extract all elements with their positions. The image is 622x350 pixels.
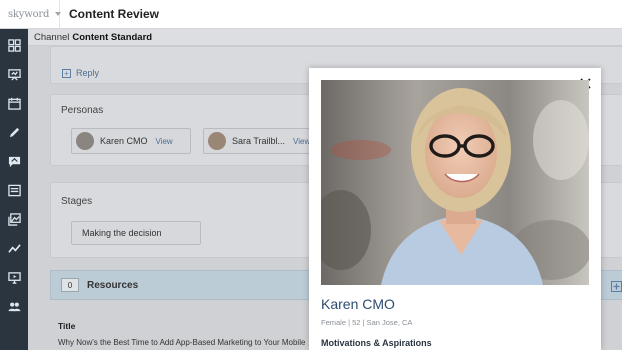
plus-icon: + xyxy=(62,68,71,78)
add-resource-icon[interactable] xyxy=(611,279,622,297)
top-bar: skyword Content Review xyxy=(0,0,622,29)
reply-button[interactable]: + Reply xyxy=(62,68,99,78)
persona-name: Sara Trailbl... xyxy=(232,136,286,146)
persona-card[interactable]: Karen CMO View xyxy=(71,128,191,154)
title-field-label: Title xyxy=(58,321,76,331)
persona-meta: Female | 52 | San Jose, CA xyxy=(321,318,413,327)
logo-dropdown[interactable]: skyword xyxy=(0,0,62,29)
pencil-icon[interactable] xyxy=(7,125,21,139)
page-title: Content Review xyxy=(69,7,160,21)
channel-value: Content Standard xyxy=(72,31,153,43)
resources-label: Resources xyxy=(87,279,139,291)
trend-icon[interactable] xyxy=(7,241,21,255)
presentation-icon[interactable] xyxy=(7,67,21,81)
persona-modal: Karen CMO Female | 52 | San Jose, CA Mot… xyxy=(309,68,601,350)
monitor-icon[interactable] xyxy=(7,270,21,284)
persona-name-heading: Karen CMO xyxy=(321,296,395,312)
title-field-value: Why Now's the Best Time to Add App-Based… xyxy=(58,338,306,347)
logo: skyword xyxy=(8,8,50,20)
persona-name: Karen CMO xyxy=(100,136,148,146)
channel-label: Channel xyxy=(34,31,70,43)
personas-title: Personas xyxy=(61,105,104,116)
avatar xyxy=(76,132,94,150)
stage-tag: Making the decision xyxy=(71,221,201,245)
people-icon[interactable] xyxy=(7,299,21,313)
persona-photo xyxy=(321,80,589,285)
sidebar xyxy=(0,29,28,350)
persona-view-link[interactable]: View xyxy=(156,137,173,146)
grid-icon[interactable] xyxy=(7,38,21,52)
persona-view-link[interactable]: View xyxy=(293,137,310,146)
image-icon[interactable] xyxy=(7,212,21,226)
avatar xyxy=(208,132,226,150)
chevron-down-icon xyxy=(55,12,62,16)
channel-breadcrumb: Channel Content Standard xyxy=(28,29,622,46)
calendar-icon[interactable] xyxy=(7,96,21,110)
motivations-heading: Motivations & Aspirations xyxy=(321,338,432,348)
comment-icon[interactable] xyxy=(7,154,21,168)
stages-title: Stages xyxy=(61,196,93,207)
document-icon[interactable] xyxy=(7,183,21,197)
resources-count: 0 xyxy=(61,278,79,292)
reply-label: Reply xyxy=(76,68,100,78)
